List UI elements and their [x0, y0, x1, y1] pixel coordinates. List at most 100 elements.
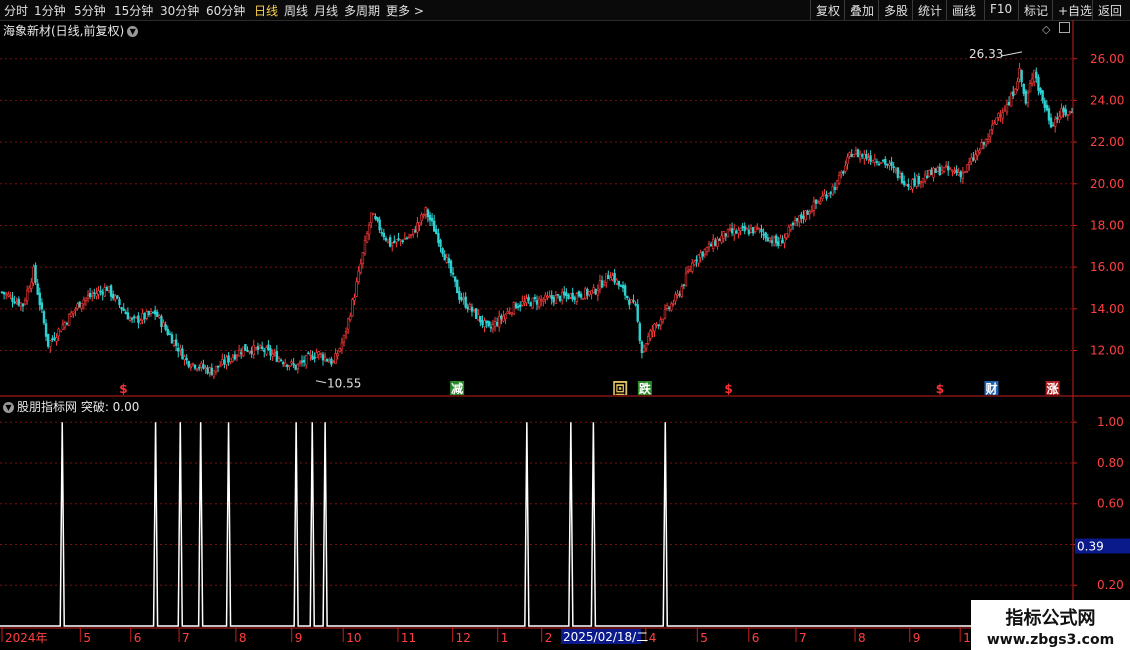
candle-body [546, 296, 549, 298]
candle-body [712, 238, 715, 249]
candle-body [46, 333, 50, 347]
candle-body [216, 365, 220, 368]
candle-body [670, 303, 673, 311]
indicator-tick-label: 0.60 [1097, 497, 1124, 511]
candle-body [72, 311, 75, 314]
candle-body [779, 237, 782, 246]
candle-body [493, 321, 497, 327]
candle-body [605, 273, 608, 283]
breakout-line [0, 422, 1073, 627]
candle-body [791, 222, 795, 226]
x-tick-label: 7 [182, 631, 190, 645]
candle-body [691, 262, 694, 272]
candle-body [38, 292, 41, 306]
candle-body [628, 299, 631, 305]
candle-body [294, 364, 297, 370]
candle-body [296, 364, 300, 370]
candle-body [829, 192, 832, 194]
candle-body [523, 301, 526, 304]
event-marker: 财 [984, 381, 997, 396]
candle-body [145, 311, 148, 319]
candle-body [153, 310, 157, 315]
candle-body [907, 184, 910, 187]
candle-body [445, 257, 448, 263]
candle-body [831, 186, 835, 195]
x-tick-label: 9 [295, 631, 303, 645]
candle-body [393, 240, 396, 244]
candle-body [816, 201, 820, 203]
candle-body [611, 275, 614, 280]
x-tick-label: 7 [799, 631, 807, 645]
candle-body [101, 291, 104, 295]
x-tick-label: 8 [239, 631, 247, 645]
candle-body [168, 333, 172, 336]
candle-body [856, 149, 860, 158]
candle-body [609, 277, 612, 281]
candle-body [55, 337, 58, 342]
candle-body [139, 320, 142, 324]
candle-body [848, 152, 851, 157]
candle-body [147, 311, 151, 316]
candle-body [401, 240, 404, 243]
candle-body [1012, 91, 1015, 96]
candle-body [378, 219, 381, 231]
candle-body [288, 365, 291, 367]
candle-body [988, 129, 992, 138]
candle-body [258, 345, 262, 349]
candle-body [957, 172, 960, 176]
candle-body [651, 329, 654, 332]
candle-body [772, 237, 776, 246]
x-tick-label: 6 [752, 631, 760, 645]
candle-body [437, 233, 440, 243]
candle-body [993, 122, 996, 125]
candle-body [905, 184, 908, 186]
candle-body [961, 172, 965, 179]
candle-body [955, 169, 958, 174]
candle-body [902, 181, 906, 185]
candle-body [309, 353, 312, 356]
candle-body [1005, 104, 1009, 113]
candle-body [795, 218, 799, 222]
candle-body [867, 157, 870, 160]
candle-body [542, 299, 545, 302]
candle-body [705, 247, 709, 252]
candle-body [313, 357, 316, 359]
candle-body [458, 291, 461, 300]
watermark-url: www.zbgs3.com [986, 632, 1115, 648]
candle-body [334, 353, 337, 364]
high-price-label: 26.33 [969, 47, 1003, 61]
event-marker: $ [119, 382, 127, 396]
candle-body [693, 261, 696, 266]
candle-body [827, 193, 830, 197]
candle-body [846, 156, 849, 165]
candle-body [821, 196, 824, 200]
candle-body [420, 214, 423, 221]
candle-body [615, 279, 618, 284]
event-marker: $ [724, 382, 732, 396]
low-price-label: 10.55 [327, 377, 361, 391]
candle-body [869, 155, 872, 162]
candle-body [743, 226, 746, 232]
candle-body [122, 308, 125, 311]
candle-body [642, 346, 646, 352]
candle-body [177, 347, 180, 352]
candle-body [1020, 70, 1023, 83]
candle-body [764, 232, 767, 239]
candle-body [206, 367, 209, 374]
candle-body [307, 352, 310, 355]
candle-body [114, 295, 117, 301]
candle-body [204, 367, 207, 369]
candle-body [260, 346, 264, 349]
candle-body [579, 293, 583, 298]
candle-body [498, 315, 501, 328]
candle-body [965, 164, 969, 172]
candle-body [714, 240, 717, 246]
candle-body [214, 365, 218, 372]
candle-body [959, 171, 963, 178]
candle-body [156, 311, 159, 317]
candle-body [1058, 116, 1061, 120]
candle-body [934, 168, 937, 174]
candle-body [837, 175, 841, 184]
x-tick-label: 6 [134, 631, 142, 645]
candle-body [716, 238, 719, 247]
